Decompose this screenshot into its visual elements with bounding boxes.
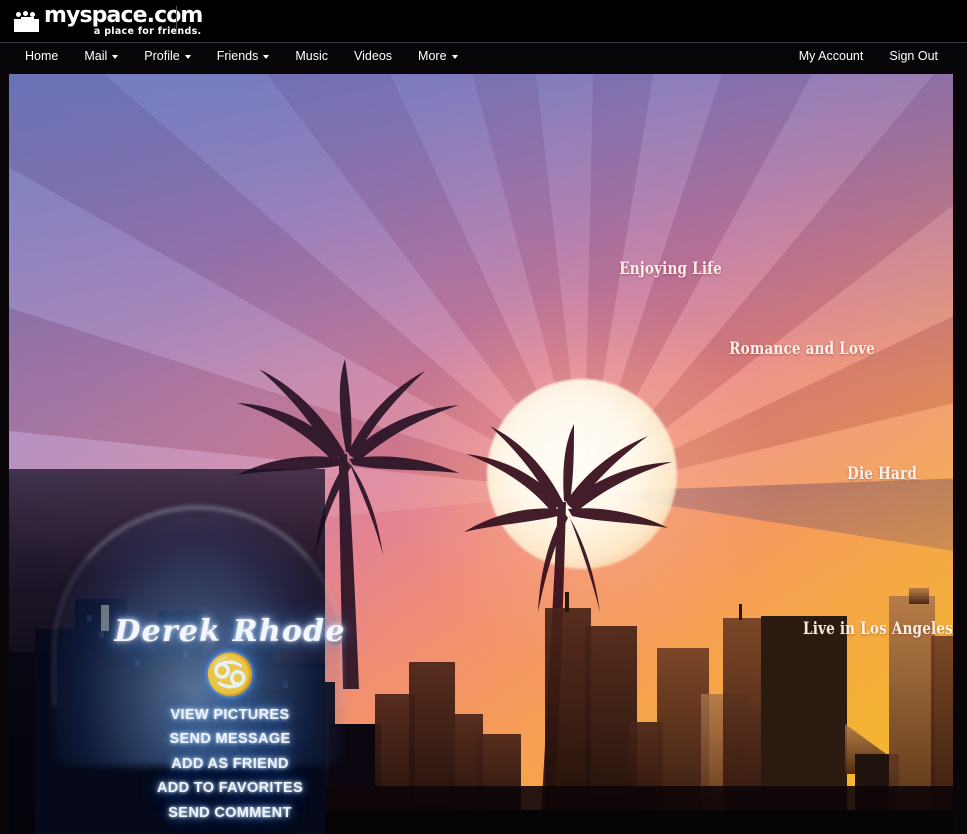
nav-item-label: My Account [798, 49, 864, 63]
nav-item-mail[interactable]: Mail [71, 43, 131, 70]
chevron-down-icon [451, 54, 458, 59]
nav-item-label: Home [25, 49, 59, 63]
chevron-down-icon [184, 54, 191, 59]
nav-item-more[interactable]: More [405, 43, 470, 70]
people-icon [14, 11, 40, 35]
nav-item-music[interactable]: Music [282, 43, 341, 70]
profile-background-image: Derek Rhode ♋ VIEW PICTURES SEND MESSAGE… [9, 74, 953, 834]
nav-item-home[interactable]: Home [12, 43, 71, 70]
nav-item-label: Mail [84, 49, 108, 63]
interest-romance-and-love: Romance and Love [729, 339, 875, 359]
send-comment-link[interactable]: SEND COMMENT [110, 801, 350, 825]
logo-divider [176, 6, 177, 33]
send-message-link[interactable]: SEND MESSAGE [110, 727, 350, 751]
cancer-zodiac-icon: ♋ [205, 653, 255, 697]
nav-item-sign-out[interactable]: Sign Out [876, 43, 951, 70]
add-as-friend-link[interactable]: ADD AS FRIEND [110, 752, 350, 776]
nav-account-group: My Account Sign Out [786, 43, 967, 70]
interest-live-in-los-angeles: Live in Los Angeles [803, 619, 953, 639]
nav-item-friends[interactable]: Friends [204, 43, 283, 70]
interest-enjoying-life: Enjoying Life [619, 259, 722, 279]
nav-item-videos[interactable]: Videos [341, 43, 405, 70]
profile-layout: Derek Rhode ♋ VIEW PICTURES SEND MESSAGE… [0, 70, 967, 834]
add-to-favorites-link[interactable]: ADD TO FAVORITES [110, 776, 350, 800]
chevron-down-icon [263, 54, 270, 59]
nav-primary-group: Home Mail Profile Friends Music Videos M… [0, 43, 471, 70]
nav-item-label: Friends [216, 49, 259, 63]
nav-item-my-account[interactable]: My Account [786, 43, 877, 70]
nav-item-label: Videos [354, 49, 393, 63]
nav-item-label: Sign Out [889, 49, 938, 63]
view-pictures-link[interactable]: VIEW PICTURES [110, 703, 350, 727]
nav-item-label: Profile [144, 49, 180, 63]
myspace-logo[interactable]: myspace.com a place for friends. [14, 3, 203, 37]
interest-die-hard: Die Hard [847, 464, 917, 484]
nav-item-label: More [418, 49, 447, 63]
main-navigation: Home Mail Profile Friends Music Videos M… [0, 42, 967, 70]
nav-item-profile[interactable]: Profile [131, 43, 203, 70]
chevron-down-icon [112, 54, 119, 59]
profile-action-list: VIEW PICTURES SEND MESSAGE ADD AS FRIEND… [110, 703, 350, 825]
logo-wordmark: myspace.com [44, 3, 203, 28]
masthead: myspace.com a place for friends. [0, 0, 967, 42]
nav-item-label: Music [295, 49, 329, 63]
